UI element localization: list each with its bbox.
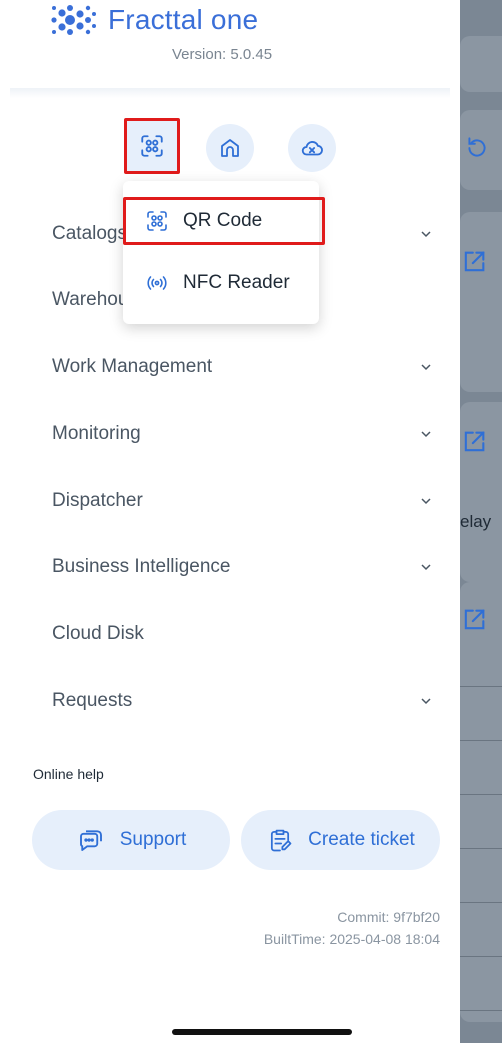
external-link-icon bbox=[460, 606, 488, 639]
support-label: Support bbox=[119, 829, 187, 850]
menu-item-label: Cloud Disk bbox=[52, 623, 144, 644]
app-logo: Fracttal one bbox=[48, 2, 258, 38]
scan-icon bbox=[141, 135, 163, 157]
header-divider bbox=[10, 88, 450, 98]
menu-item-dispatcher[interactable]: Dispatcher bbox=[52, 483, 432, 519]
menu-item-cloud-disk[interactable]: Cloud Disk bbox=[52, 616, 432, 652]
menu-item-label: Business Intelligence bbox=[52, 556, 231, 577]
refresh-icon bbox=[464, 134, 490, 165]
menu-item-work-management[interactable]: Work Management bbox=[52, 349, 432, 385]
support-button[interactable]: Support bbox=[32, 810, 230, 870]
chevron-down-icon bbox=[421, 498, 431, 505]
menu-item-monitoring[interactable]: Monitoring bbox=[52, 416, 432, 452]
divider bbox=[460, 1010, 502, 1011]
menu-item-label: Monitoring bbox=[52, 423, 141, 444]
fracttal-logo-icon bbox=[51, 5, 96, 35]
qr-code-option[interactable]: QR Code bbox=[123, 197, 325, 245]
nfc-icon bbox=[147, 276, 167, 290]
menu-item-requests[interactable]: Requests bbox=[52, 683, 432, 719]
divider bbox=[460, 740, 502, 741]
menu-item-business-intelligence[interactable]: Business Intelligence bbox=[52, 549, 432, 585]
clipboard-edit-icon bbox=[271, 829, 292, 852]
divider bbox=[460, 848, 502, 849]
chevron-down-icon bbox=[421, 698, 431, 705]
app-version: Version: 5.0.45 bbox=[172, 46, 273, 63]
nfc-reader-option[interactable]: NFC Reader bbox=[123, 261, 319, 305]
app-name: Fracttal one bbox=[108, 4, 259, 35]
scan-button[interactable] bbox=[124, 118, 180, 174]
qr-code-icon bbox=[147, 211, 167, 231]
chat-icon bbox=[79, 830, 102, 851]
built-time: BuiltTime: 2025-04-08 18:04 bbox=[263, 931, 440, 947]
divider bbox=[460, 902, 502, 903]
scan-options-menu: QR Code NFC Reader bbox=[123, 181, 325, 324]
nfc-reader-label: NFC Reader bbox=[183, 272, 290, 293]
chevron-down-icon bbox=[421, 364, 431, 371]
home-button[interactable] bbox=[206, 124, 254, 172]
menu-item-label: Dispatcher bbox=[52, 490, 143, 511]
cloud-off-button[interactable] bbox=[288, 124, 336, 172]
menu-item-label: Requests bbox=[52, 690, 133, 711]
background-card bbox=[460, 36, 502, 92]
home-indicator[interactable] bbox=[172, 1029, 352, 1035]
chevron-down-icon bbox=[421, 431, 431, 438]
background-screen: elay bbox=[460, 0, 502, 1043]
cloud-off-icon bbox=[301, 141, 323, 156]
chevron-down-icon bbox=[421, 231, 431, 238]
online-help-title: Online help bbox=[33, 766, 104, 782]
divider bbox=[460, 794, 502, 795]
menu-item-label: Catalogs bbox=[52, 223, 127, 244]
external-link-icon bbox=[460, 248, 488, 281]
menu-item-label: Work Management bbox=[52, 356, 213, 377]
divider bbox=[460, 956, 502, 957]
divider bbox=[460, 686, 502, 687]
commit-hash: Commit: 9f7bf20 bbox=[337, 909, 440, 925]
build-info: Commit: 9f7bf20 BuiltTime: 2025-04-08 18… bbox=[264, 906, 440, 950]
create-ticket-label: Create ticket bbox=[308, 829, 415, 850]
home-icon bbox=[221, 139, 239, 157]
background-card bbox=[460, 212, 502, 392]
chevron-down-icon bbox=[421, 564, 431, 571]
background-partial-text: elay bbox=[460, 512, 492, 531]
qr-code-label: QR Code bbox=[183, 210, 263, 231]
create-ticket-button[interactable]: Create ticket bbox=[241, 810, 440, 870]
navigation-drawer: Fracttal one Version: 5.0.45 Catalogs Wa… bbox=[0, 0, 460, 1043]
external-link-icon bbox=[460, 428, 488, 461]
